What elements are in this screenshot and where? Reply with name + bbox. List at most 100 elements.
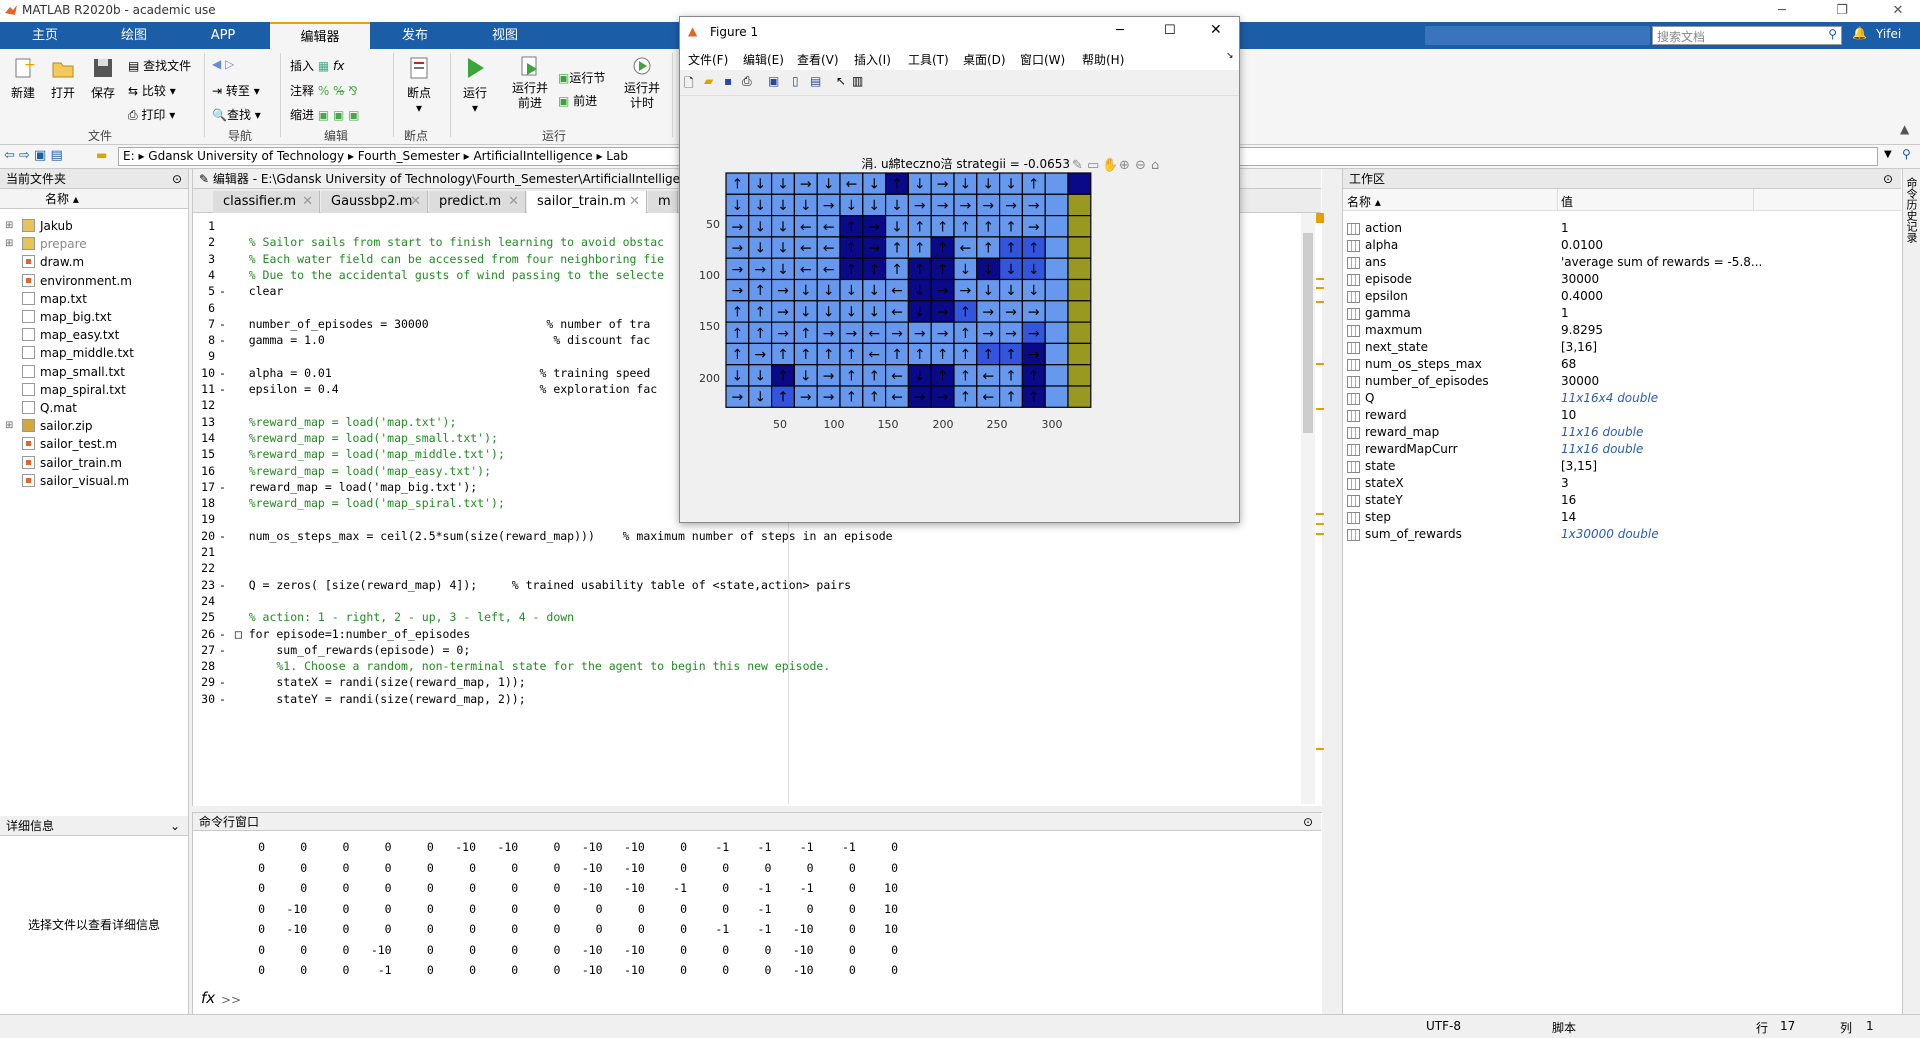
tab-plots[interactable]: 绘图 xyxy=(90,22,178,49)
variable-row[interactable]: rewardMapCurr 11x16 double xyxy=(1343,442,1901,459)
variable-row[interactable]: maxmum 9.8295 xyxy=(1343,323,1901,340)
code-line[interactable]: % Each water field can be accessed from … xyxy=(221,252,664,266)
property-editor-icon[interactable]: ▥ xyxy=(852,74,863,88)
new-button[interactable]: + 新建 xyxy=(8,55,38,101)
crumb-gdansk[interactable]: Gdansk University of Technology xyxy=(148,149,344,163)
user-menu[interactable]: Yifei xyxy=(1876,27,1901,41)
code-line[interactable]: %reward_map = load('map_easy.txt'); xyxy=(221,464,491,478)
menu-insert[interactable]: 插入(I) xyxy=(854,51,891,68)
tab-editor[interactable]: 编辑器 xyxy=(270,22,370,49)
file-item[interactable]: environment.m xyxy=(22,272,132,290)
back-forward-icon[interactable]: ◀ ▷ xyxy=(212,57,234,71)
run-advance-button[interactable]: 运行并 前进 xyxy=(508,55,552,111)
crumb-fourth-semester[interactable]: Fourth_Semester xyxy=(358,149,460,163)
run-time-button[interactable]: 运行并 计时 xyxy=(620,55,664,111)
value-column-header[interactable]: 值 xyxy=(1561,193,1573,210)
menu-edit[interactable]: 编辑(E) xyxy=(743,51,784,68)
code-line[interactable]: clear xyxy=(221,284,284,298)
minimize-button[interactable]: ─ xyxy=(1116,23,1124,38)
menu-help[interactable]: 帮助(H) xyxy=(1082,51,1124,68)
close-icon[interactable]: ✕ xyxy=(302,191,313,213)
code-line[interactable]: □ for episode=1:number_of_episodes xyxy=(221,627,470,641)
code-line[interactable]: % action: 1 - right, 2 - up, 3 - left, 4… xyxy=(221,610,574,624)
bell-icon[interactable]: 🔔 xyxy=(1852,26,1867,40)
code-line[interactable]: stateX = randi(size(reward_map, 1)); xyxy=(221,675,525,689)
variable-row[interactable]: alpha 0.0100 xyxy=(1343,238,1901,255)
file-item[interactable]: ⊞ sailor.zip xyxy=(5,417,93,435)
panel-menu-icon[interactable]: ⊙ xyxy=(172,169,182,189)
save-button[interactable]: 保存 xyxy=(88,55,118,101)
variable-row[interactable]: reward 10 xyxy=(1343,408,1901,425)
save-icon[interactable]: ▪ xyxy=(724,74,732,88)
variable-row[interactable]: epsilon 0.4000 xyxy=(1343,289,1901,306)
dock-arrow-icon[interactable]: ↘ xyxy=(1226,51,1234,61)
close-icon[interactable]: ✕ xyxy=(508,191,519,213)
file-item[interactable]: Q.mat xyxy=(22,399,77,417)
indent-button[interactable]: 缩进 ▣ ▣ ▣ xyxy=(290,106,360,123)
code-line[interactable]: gamma = 1.0 % discount fac xyxy=(221,333,651,347)
code-line[interactable]: %reward_map = load('map.txt'); xyxy=(221,415,457,429)
tab-home[interactable]: 主页 xyxy=(0,22,90,49)
open-button[interactable]: 打开 xyxy=(48,55,78,101)
menu-window[interactable]: 窗口(W) xyxy=(1020,51,1065,68)
code-line[interactable]: num_os_steps_max = ceil(2.5*sum(size(rew… xyxy=(221,529,893,543)
maximize-button[interactable]: ☐ xyxy=(1164,23,1176,38)
link-icon[interactable]: ▣ xyxy=(768,74,779,88)
command-input[interactable] xyxy=(237,989,1287,1009)
crumb-e[interactable]: E: xyxy=(123,149,135,163)
fx-icon[interactable]: fx xyxy=(201,989,215,1007)
code-line[interactable]: Q = zeros( [size(reward_map) 4]); % trai… xyxy=(221,578,851,592)
home-icon[interactable]: ⌂ xyxy=(1151,158,1159,173)
variable-row[interactable]: stateY 16 xyxy=(1343,493,1901,510)
file-item[interactable]: sailor_visual.m xyxy=(22,472,129,490)
crumb-lab[interactable]: Lab xyxy=(606,149,628,163)
close-icon[interactable]: ✕ xyxy=(629,191,640,213)
crumb-ai[interactable]: ArtificialIntelligence xyxy=(473,149,592,163)
brush-icon[interactable]: ✎ xyxy=(1072,158,1083,173)
tab-predict[interactable]: predict.m ✕ xyxy=(429,191,526,213)
code-line[interactable]: %reward_map = load('map_middle.txt'); xyxy=(221,447,505,461)
pan-icon[interactable]: ✋ xyxy=(1102,157,1118,173)
editor-scrollbar[interactable] xyxy=(1301,213,1315,804)
run-button[interactable]: 运行 ▾ xyxy=(460,55,490,115)
code-line[interactable]: %reward_map = load('map_small.txt'); xyxy=(221,431,498,445)
pointer-icon[interactable]: ↖ xyxy=(836,74,846,88)
name-column-header[interactable]: 名称 ▴ xyxy=(0,189,188,209)
tab-gaussbp2[interactable]: Gaussbp2.m ✕ xyxy=(321,191,428,213)
code-line[interactable]: number_of_episodes = 30000 % number of t… xyxy=(221,317,651,331)
open-icon[interactable]: ▰ xyxy=(704,74,713,88)
expand-icon[interactable]: ⊞ xyxy=(5,217,13,235)
variable-row[interactable]: episode 30000 xyxy=(1343,272,1901,289)
insert-button[interactable]: 插入 ▦ fx xyxy=(290,57,344,74)
code-line[interactable]: reward_map = load('map_big.txt'); xyxy=(221,480,478,494)
file-item[interactable]: map_spiral.txt xyxy=(22,381,126,399)
tab-apps[interactable]: APP xyxy=(178,22,268,49)
code-line[interactable]: % Sailor sails from start to finish lear… xyxy=(221,235,664,249)
file-item[interactable]: ⊞ Jakub xyxy=(5,217,73,235)
variable-row[interactable]: num_os_steps_max 68 xyxy=(1343,357,1901,374)
panel-menu-icon[interactable]: ⊙ xyxy=(1303,813,1313,831)
code-line[interactable]: % Due to the accidental gusts of wind pa… xyxy=(221,268,664,282)
close-button[interactable]: ✕ xyxy=(1210,22,1222,38)
file-item[interactable]: sailor_test.m xyxy=(22,435,117,453)
file-item[interactable]: map.txt xyxy=(22,290,87,308)
name-column-header[interactable]: 名称 ▴ xyxy=(1347,193,1381,210)
file-item[interactable]: ⊞ prepare xyxy=(5,235,87,253)
code-line[interactable]: %1. Choose a random, non-terminal state … xyxy=(221,659,830,673)
collapse-ribbon-icon[interactable]: ▲ xyxy=(1900,122,1909,136)
compare-button[interactable]: ⇆ 比较 ▾ xyxy=(128,82,176,99)
tab-publish[interactable]: 发布 xyxy=(370,22,460,49)
variable-row[interactable]: gamma 1 xyxy=(1343,306,1901,323)
expand-icon[interactable]: ⊞ xyxy=(5,417,13,435)
variable-row[interactable]: stateX 3 xyxy=(1343,476,1901,493)
search-docs-input[interactable]: 搜索文档 ⚲ xyxy=(1652,26,1842,45)
panel-menu-icon[interactable]: ⊙ xyxy=(1883,169,1893,189)
run-section-button[interactable]: ▣运行节 xyxy=(558,69,605,86)
command-history-tab[interactable]: 命令历史记录 xyxy=(1905,177,1919,243)
comment-button[interactable]: 注释 % %̶ ⅋ xyxy=(290,82,358,99)
code-line[interactable]: stateY = randi(size(reward_map, 2)); xyxy=(221,692,525,706)
menu-file[interactable]: 文件(F) xyxy=(688,51,728,68)
restore-button[interactable]: ❐ xyxy=(1820,0,1864,22)
file-item[interactable]: map_middle.txt xyxy=(22,344,134,362)
variable-row[interactable]: sum_of_rewards 1x30000 double xyxy=(1343,527,1901,544)
